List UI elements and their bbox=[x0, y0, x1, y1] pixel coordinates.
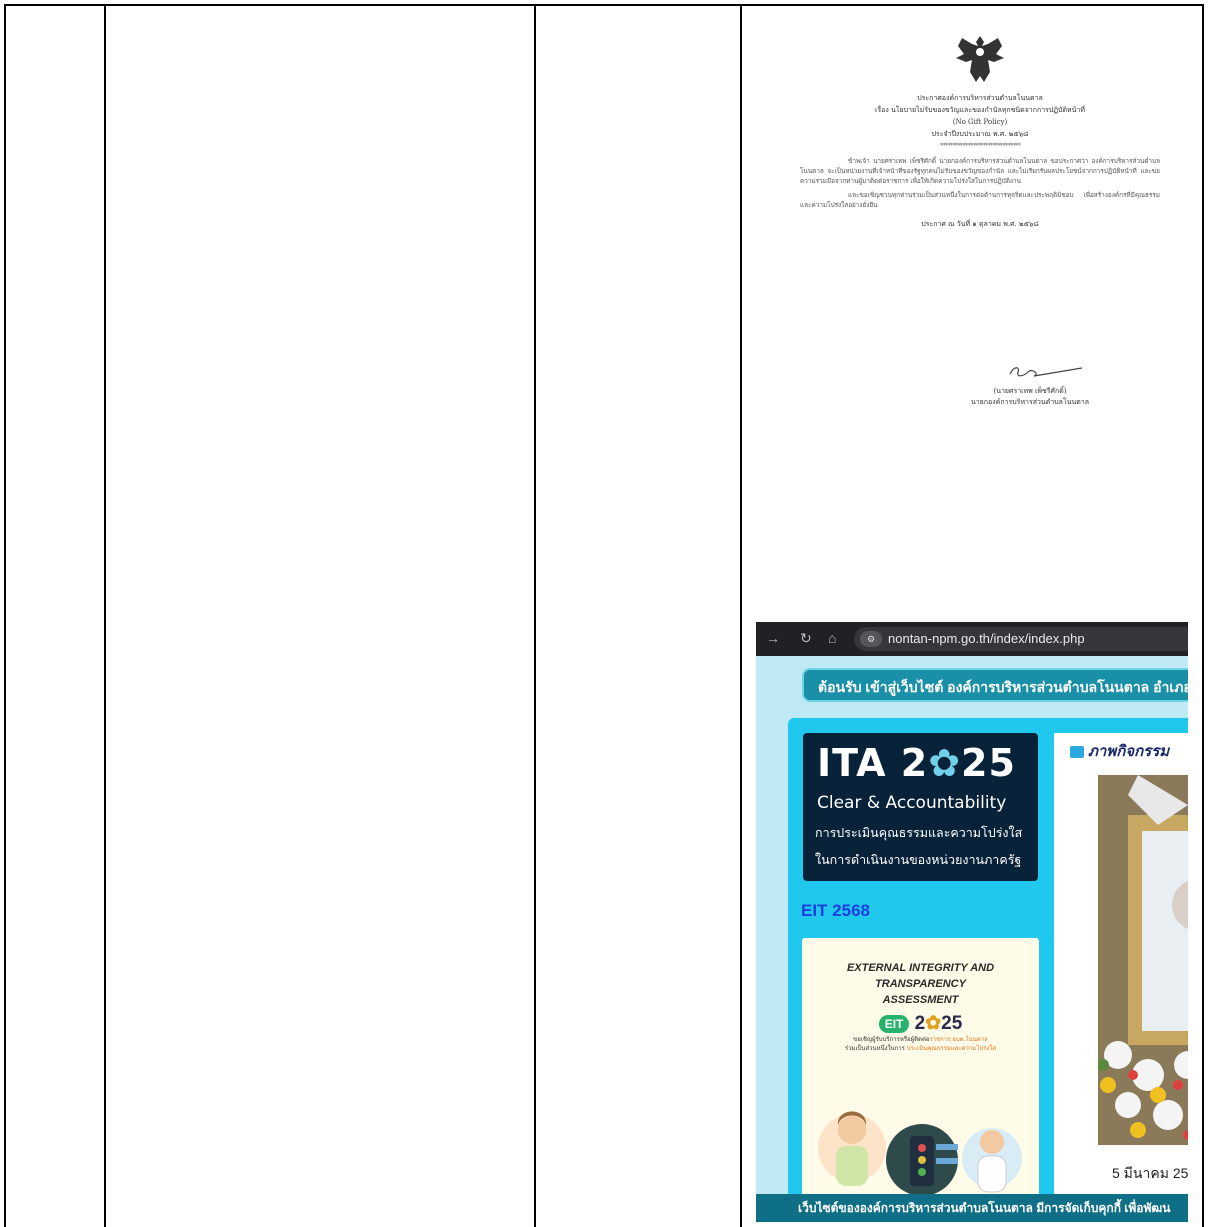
announcement-subtitle: (No Gift Policy) bbox=[952, 118, 1008, 126]
eit-title: EIT 2568 bbox=[801, 901, 870, 920]
column-border bbox=[740, 6, 742, 1227]
ita-thai-line-2: ในการดำเนินงานของหน่วยงานภาครัฐ bbox=[815, 852, 1022, 867]
home-icon[interactable]: ⌂ bbox=[828, 630, 836, 646]
content-panel: ITA 2✿25 Clear & Accountability การประเม… bbox=[788, 718, 1188, 1198]
signature-icon bbox=[1009, 367, 1083, 377]
url-text: nontan-npm.go.th/index/index.php bbox=[888, 631, 1085, 646]
people-illustration-icon bbox=[818, 1111, 1022, 1196]
garuda-emblem-icon bbox=[956, 36, 1004, 82]
portrait-shrine-image-icon bbox=[1098, 775, 1188, 1145]
site-settings-icon[interactable]: ⚙ bbox=[860, 631, 882, 647]
eit-badge: EIT bbox=[878, 1014, 910, 1033]
knot-icon: ✿ bbox=[925, 1013, 942, 1034]
announcement-fiscal-year: ประจำปีงบประมาณ พ.ศ. ๒๕๖๘ bbox=[931, 130, 1029, 138]
announcement-subject: เรื่อง นโยบายไม่รับของขวัญและของกำนัลทุก… bbox=[875, 106, 1085, 114]
column-border bbox=[534, 6, 536, 1227]
signer-name: (นายศราเทพ เพ็ชรีศักดิ์) bbox=[993, 387, 1067, 395]
announcement-title: ประกาศองค์การบริหารส่วนตำบลโนนตาล bbox=[917, 94, 1043, 102]
announcement-document: ประกาศองค์การบริหารส่วนตำบลโนนตาล เรื่อง… bbox=[800, 32, 1160, 230]
activity-date: 5 มีนาคม 25 bbox=[1112, 1165, 1188, 1181]
forward-icon[interactable]: → bbox=[766, 630, 780, 646]
eit-invite-line: ร่วมเป็นส่วนหนึ่งในการ ประเมินคุณธรรมและ… bbox=[844, 1045, 997, 1052]
eit-poster[interactable]: EXTERNAL INTEGRITY AND TRANSPARENCY ASSE… bbox=[802, 938, 1039, 1198]
activity-photo[interactable] bbox=[1098, 775, 1188, 1145]
announcement-divider: ******************************** bbox=[940, 142, 1021, 150]
activity-title: ภาพกิจกรรม bbox=[1070, 739, 1169, 763]
eit-logo: EIT 2✿25 bbox=[802, 1012, 1039, 1035]
eit-heading: EXTERNAL INTEGRITY AND TRANSPARENCY ASSE… bbox=[846, 962, 995, 1006]
column-border bbox=[4, 6, 6, 1227]
announcement-paragraph: และขอเชิญชวนทุกท่านร่วมเป็นส่วนหนึ่งในกา… bbox=[800, 191, 1160, 209]
ita-heading: ITA 2✿25 bbox=[817, 741, 1016, 785]
cookie-consent-bar[interactable]: เว็บไซต์ขององค์การบริหารส่วนตำบลโนนตาล ม… bbox=[756, 1194, 1188, 1222]
browser-toolbar: → ↻ ⌂ ⚙ nontan-npm.go.th/index/index.php bbox=[756, 622, 1188, 656]
ita-banner[interactable]: ITA 2✿25 Clear & Accountability การประเม… bbox=[803, 733, 1038, 881]
announcement-issued-date: ประกาศ ณ วันที่ ๑ ตุลาคม พ.ศ. ๒๕๖๘ bbox=[921, 220, 1039, 228]
signature-block: (นายศราเทพ เพ็ชรีศักดิ์) นายกองค์การบริห… bbox=[920, 362, 1140, 408]
column-border bbox=[104, 6, 106, 1227]
knot-icon: ✿ bbox=[928, 741, 962, 785]
camera-icon bbox=[1070, 746, 1084, 759]
activity-card[interactable]: ภาพกิจกรรม 5 มีนาคม 25 bbox=[1054, 733, 1188, 1198]
signer-title: นายกองค์การบริหารส่วนตำบลโนนตาล bbox=[970, 398, 1090, 406]
website-body: ต้อนรับ เข้าสู่เว็บไซต์ องค์การบริหารส่ว… bbox=[756, 656, 1188, 1222]
eit-invite-line: ขอเชิญผู้รับบริการหรือผู้ติดต่อราชการ อบ… bbox=[853, 1036, 988, 1043]
ita-subtitle: Clear & Accountability bbox=[817, 793, 1007, 813]
address-bar[interactable]: ⚙ nontan-npm.go.th/index/index.php bbox=[854, 627, 1188, 651]
column-border bbox=[1202, 6, 1204, 1227]
ita-thai-line-1: การประเมินคุณธรรมและความโปร่งใส bbox=[815, 825, 1023, 840]
reload-icon[interactable]: ↻ bbox=[800, 630, 812, 647]
welcome-banner: ต้อนรับ เข้าสู่เว็บไซต์ องค์การบริหารส่ว… bbox=[802, 668, 1188, 702]
website-screenshot: → ↻ ⌂ ⚙ nontan-npm.go.th/index/index.php … bbox=[756, 622, 1188, 1222]
announcement-paragraph: ข้าพเจ้า นายศราเทพ เพ็ชรีศักดิ์ นายกองค์… bbox=[800, 157, 1160, 185]
